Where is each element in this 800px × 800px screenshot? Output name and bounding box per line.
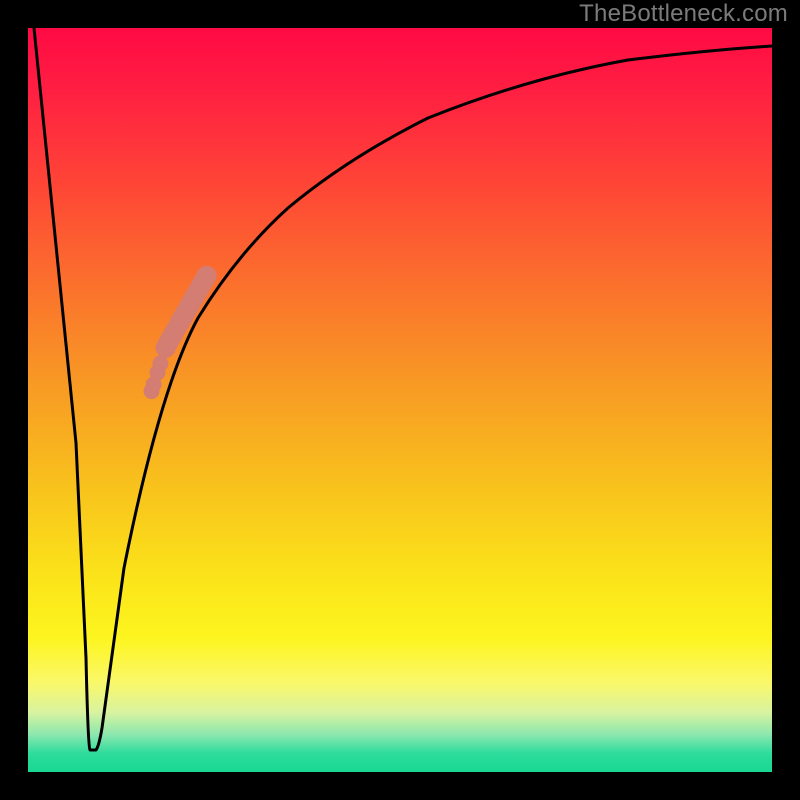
curve-marker: [197, 266, 217, 286]
curve-marker: [152, 356, 168, 372]
chart-stage: TheBottleneck.com: [0, 0, 800, 800]
watermark-text: TheBottleneck.com: [579, 0, 788, 28]
plot-area: [28, 28, 772, 772]
curve-marker: [146, 376, 162, 392]
marker-layer: [144, 266, 217, 399]
chart-svg: [28, 28, 772, 772]
